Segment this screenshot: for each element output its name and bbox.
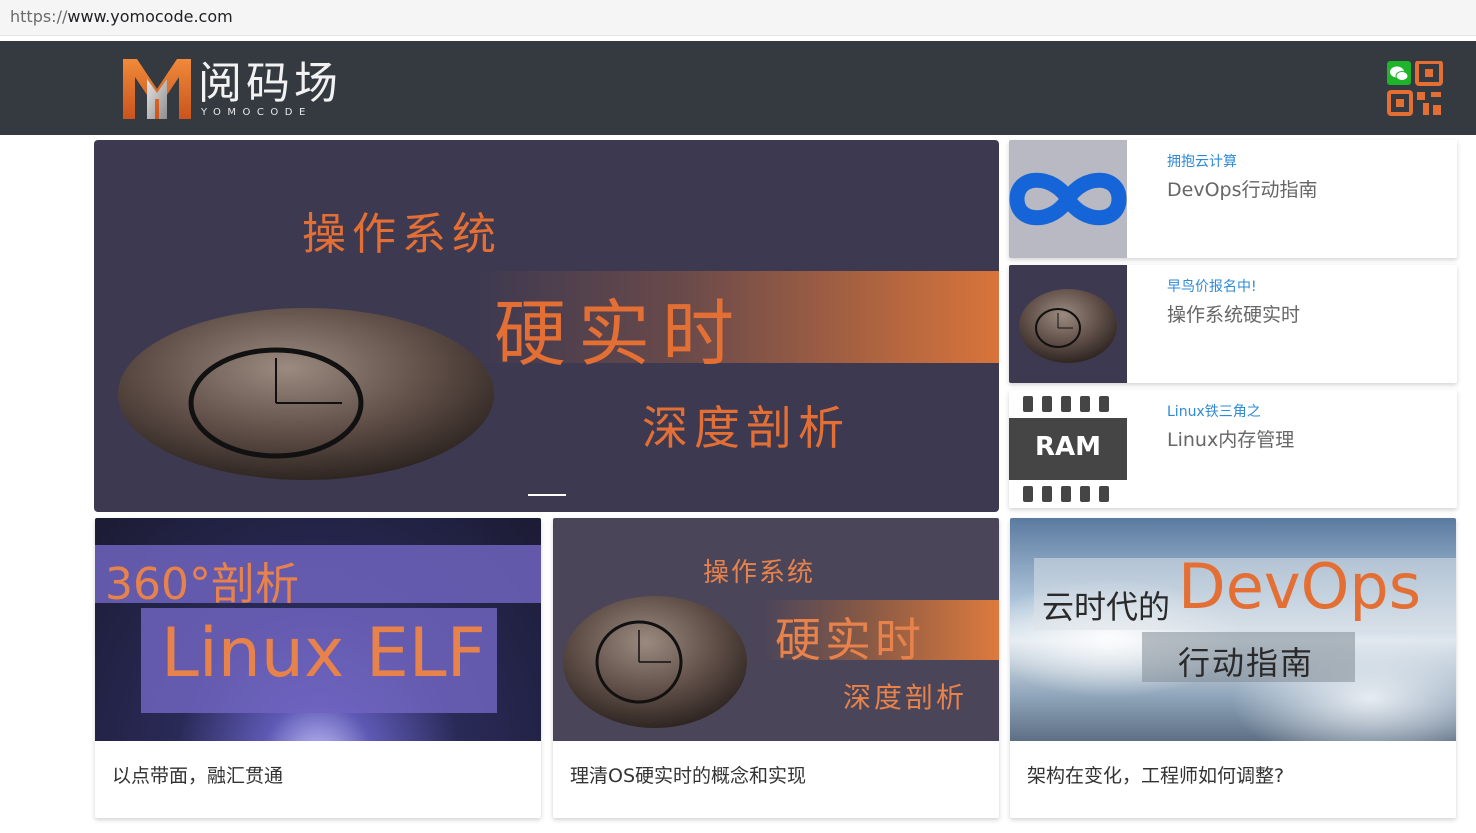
side-card-title[interactable]: 操作系统硬实时 [1167,300,1300,327]
url-host: www.yomocode.com [67,7,233,26]
logo-subtitle: YOMOCODE [201,107,312,118]
hero-heading-realtime: 硬实时 [494,292,747,376]
ym-logo-icon [123,59,191,119]
side-card-title[interactable]: DevOps行动指南 [1167,175,1317,202]
card-image-heading: 操作系统 [703,558,816,588]
card-caption[interactable]: 理清OS硬实时的概念和实现 [570,761,806,788]
side-card-tag: 拥抱云计算 [1167,154,1237,170]
course-card-devops[interactable]: 云时代的 DevOps 行动指南 架构在变化，工程师如何调整? [1010,518,1456,818]
address-url[interactable]: https://www.yomocode.com [10,7,233,26]
card-image-elf[interactable]: 360°剖析 Linux ELF [95,518,541,741]
stone-clock-icon [563,596,747,728]
card-image-title: Linux ELF [161,614,486,693]
stone-clock-thumb [1009,265,1127,383]
card-image-title: 硬实时 [775,613,925,667]
side-card-os-realtime[interactable]: 早鸟价报名中! 操作系统硬实时 [1009,265,1457,383]
card-image-subtitle: 行动指南 [1178,644,1315,682]
browser-address-bar[interactable]: https://www.yomocode.com [0,0,1476,36]
side-card-tag: 早鸟价报名中! [1167,279,1257,295]
infinity-icon [1009,172,1127,226]
card-image-subtitle: 深度剖析 [843,681,968,714]
hero-carousel[interactable]: 操作系统 硬实时 深度剖析 [94,140,999,512]
course-card-os-realtime[interactable]: 操作系统 硬实时 深度剖析 理清OS硬实时的概念和实现 [553,518,999,818]
ram-label: RAM [1034,432,1101,462]
card-caption[interactable]: 以点带面，融汇贯通 [112,761,283,788]
side-card-linux-memory[interactable]: RAM Linux铁三角之 Linux内存管理 [1009,390,1457,508]
card-image-heading: 云时代的 [1042,588,1171,626]
url-scheme: https:// [10,7,68,26]
hero-heading-analysis: 深度剖析 [642,401,850,455]
card-image-os[interactable]: 操作系统 硬实时 深度剖析 [553,518,999,741]
site-logo-link[interactable]: 阅码场 YOMOCODE [123,59,363,121]
hero-heading-os: 操作系统 [302,209,502,260]
side-card-devops[interactable]: 拥抱云计算 DevOps行动指南 [1009,140,1457,258]
card-caption[interactable]: 架构在变化，工程师如何调整? [1027,761,1284,788]
logo-wordmark: 阅码场 [198,58,342,109]
course-card-elf[interactable]: 360°剖析 Linux ELF 以点带面，融汇贯通 [95,518,541,818]
card-image-heading: 360°剖析 [105,559,299,610]
side-card-tag: Linux铁三角之 [1167,404,1261,420]
side-card-title[interactable]: Linux内存管理 [1167,425,1294,452]
devops-infinity-icon [1009,140,1127,258]
card-image-devops[interactable]: 云时代的 DevOps 行动指南 [1010,518,1456,741]
carousel-indicator[interactable] [528,494,566,496]
card-image-title: DevOps [1178,550,1422,623]
site-header: 阅码场 YOMOCODE [0,41,1476,135]
stone-clock-icon [118,308,494,480]
stone-clock-icon [1019,289,1117,363]
qr-code-icon [1387,60,1443,116]
wechat-qr-icon[interactable] [1387,60,1443,117]
ram-chip-icon: RAM [1009,390,1127,508]
